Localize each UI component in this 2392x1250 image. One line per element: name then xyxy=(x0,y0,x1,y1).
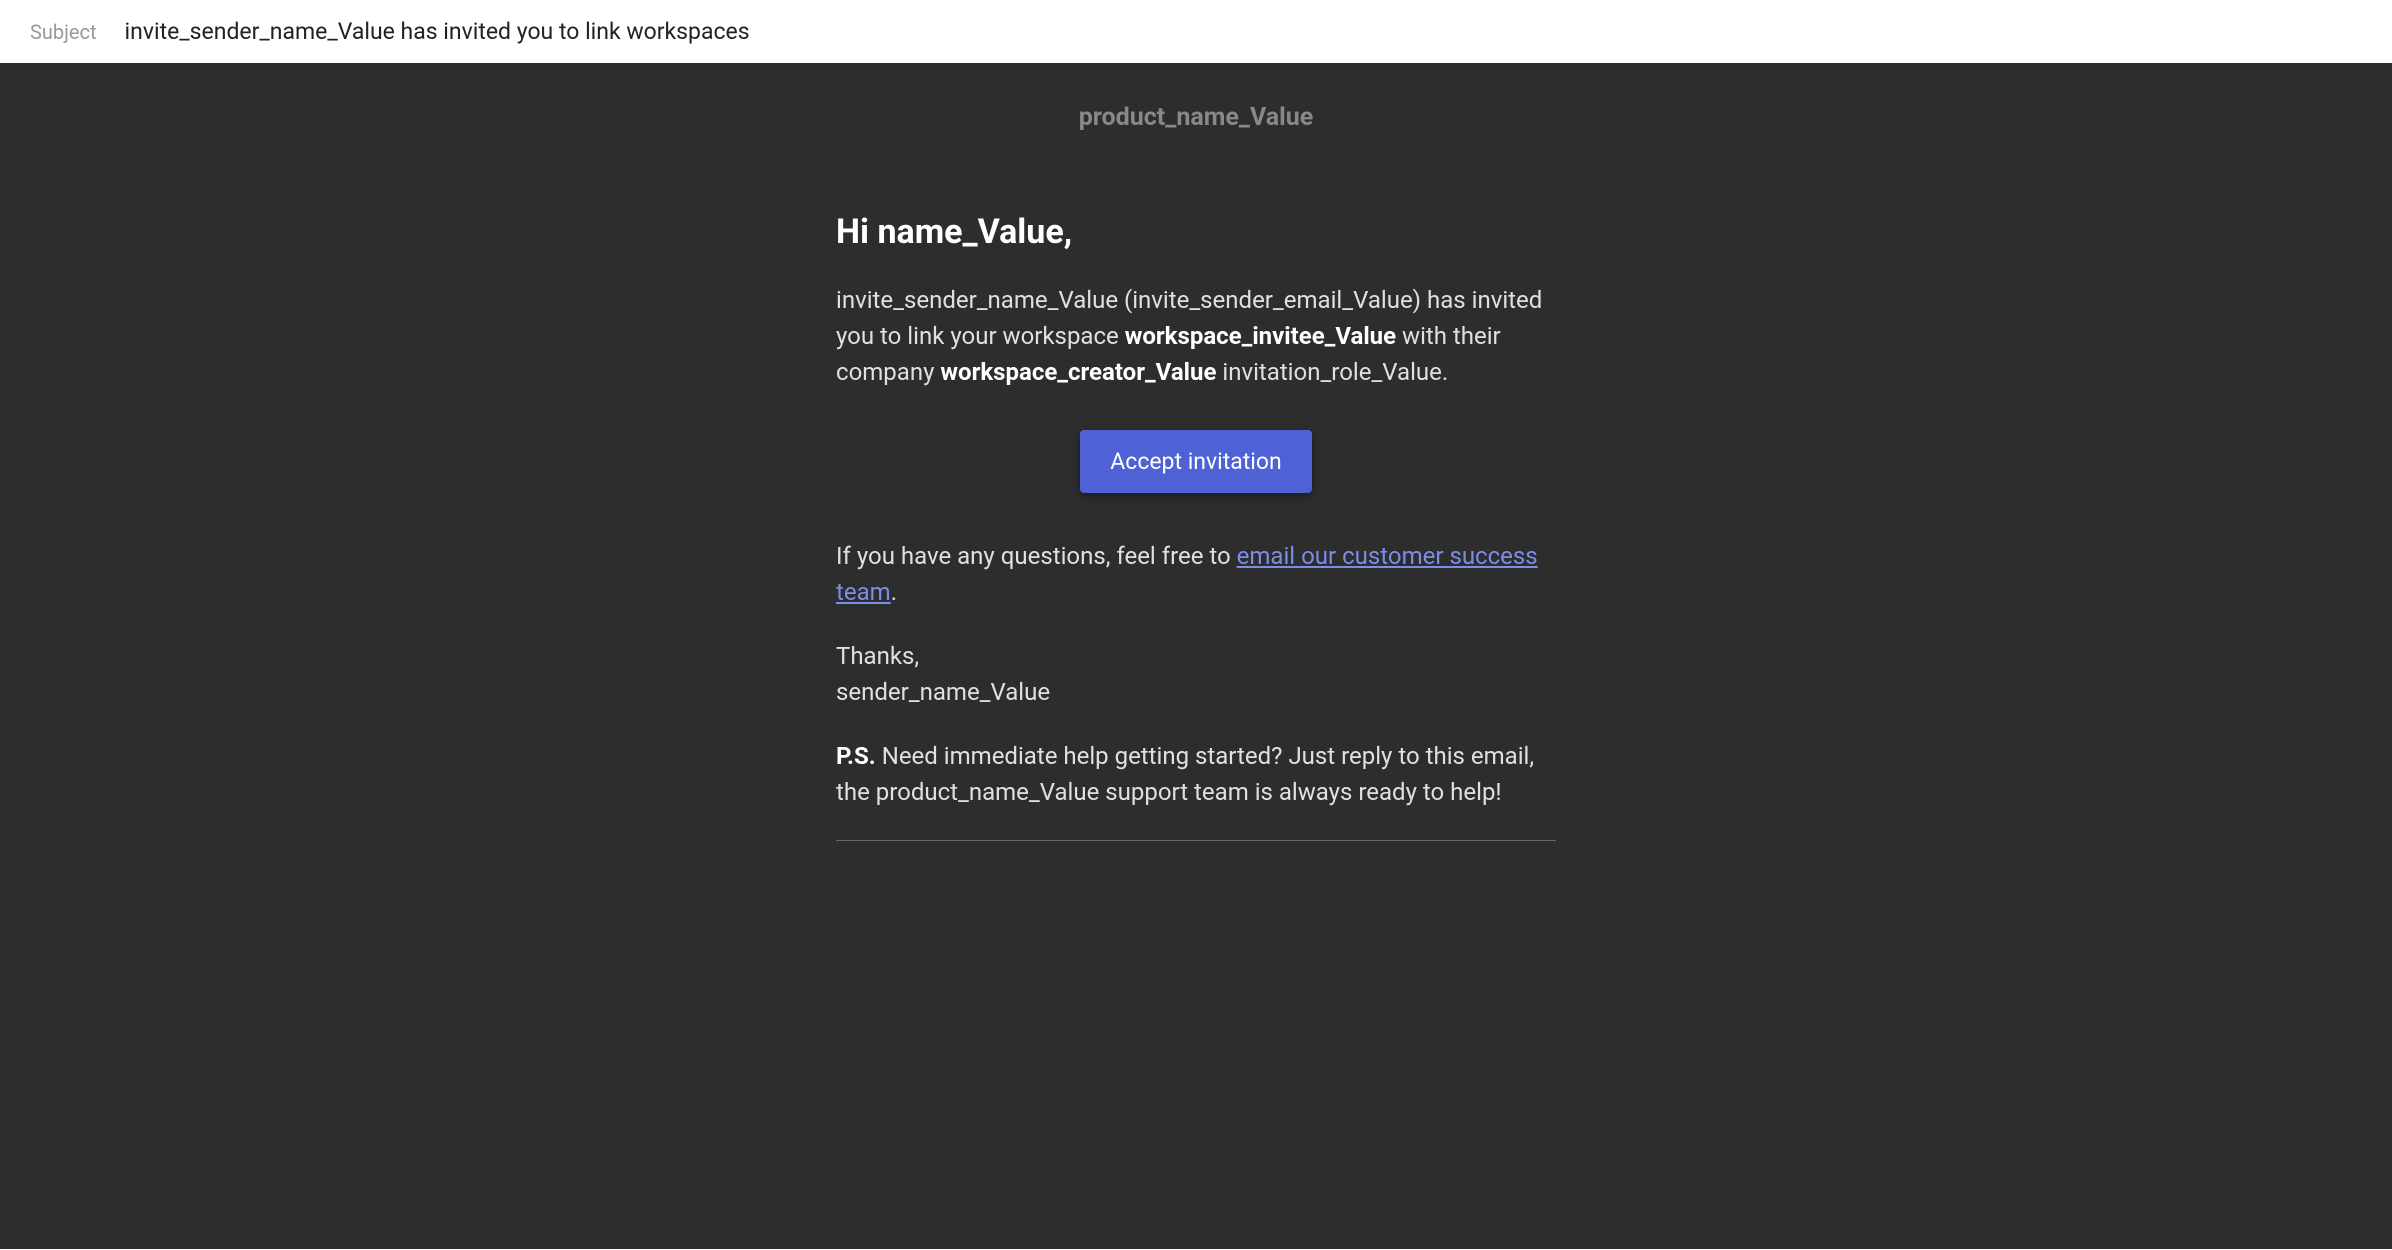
accept-invitation-button[interactable]: Accept invitation xyxy=(1080,430,1311,493)
ps-text: Need immediate help getting started? Jus… xyxy=(836,742,1534,806)
product-name: product_name_Value xyxy=(0,103,2392,132)
divider xyxy=(836,840,1556,841)
invite-text-c: invitation_role_Value. xyxy=(1216,358,1448,386)
questions-prefix: If you have any questions, feel free to xyxy=(836,542,1237,570)
email-body: product_name_Value Hi name_Value, invite… xyxy=(0,63,2392,1249)
greeting-suffix: , xyxy=(1064,212,1072,252)
email-content: Hi name_Value, invite_sender_name_Value … xyxy=(816,212,1576,841)
workspace-creator: workspace_creator_Value xyxy=(940,358,1216,386)
subject-bar: Subject invite_sender_name_Value has inv… xyxy=(0,0,2392,63)
subject-label: Subject xyxy=(30,20,97,44)
invite-paragraph: invite_sender_name_Value (invite_sender_… xyxy=(836,282,1556,390)
greeting-name: name_Value xyxy=(877,212,1063,252)
greeting: Hi name_Value, xyxy=(836,212,1556,252)
ps-paragraph: P.S. Need immediate help getting started… xyxy=(836,738,1556,810)
questions-paragraph: If you have any questions, feel free to … xyxy=(836,538,1556,610)
workspace-invitee: workspace_invitee_Value xyxy=(1125,322,1396,350)
thanks-text: Thanks, xyxy=(836,642,919,670)
greeting-prefix: Hi xyxy=(836,212,877,252)
sender-name: sender_name_Value xyxy=(836,678,1050,706)
button-container: Accept invitation xyxy=(836,430,1556,493)
ps-label: P.S. xyxy=(836,742,876,770)
questions-suffix: . xyxy=(891,578,897,606)
subject-text: invite_sender_name_Value has invited you… xyxy=(125,18,750,45)
signoff: Thanks, sender_name_Value xyxy=(836,638,1556,710)
